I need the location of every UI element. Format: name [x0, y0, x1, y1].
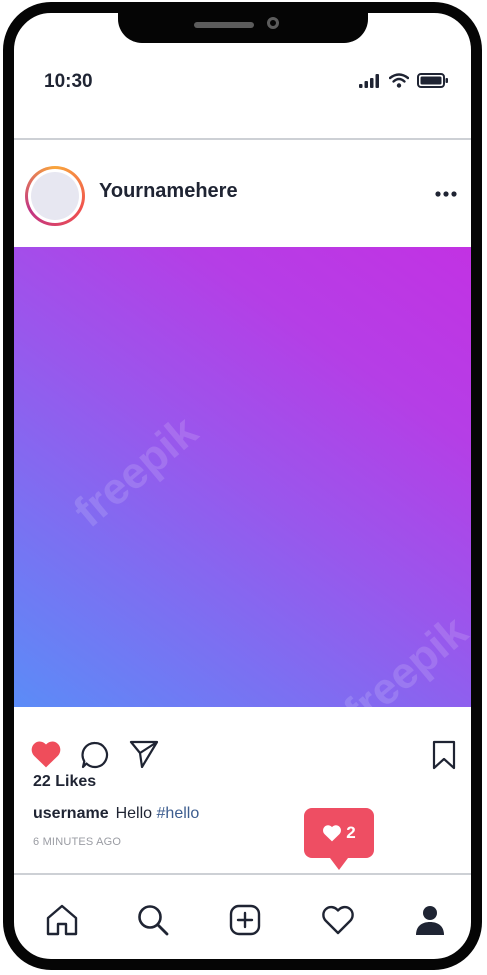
speaker-grille — [194, 22, 254, 28]
add-post-icon[interactable] — [227, 902, 263, 938]
comment-icon[interactable] — [80, 740, 110, 770]
notification-count: 2 — [346, 823, 356, 842]
post-actions — [14, 707, 471, 777]
avatar-placeholder — [31, 172, 79, 220]
front-camera — [267, 17, 279, 29]
bookmark-icon[interactable] — [432, 740, 456, 770]
phone-frame: 10:30 Yournamehere freepik freepik 22 Li… — [3, 2, 482, 970]
post-author[interactable]: Yournamehere — [99, 180, 238, 203]
post-header: Yournamehere — [14, 141, 471, 247]
post-image[interactable]: freepik freepik — [14, 247, 471, 707]
story-ring[interactable] — [25, 166, 85, 226]
notch — [118, 13, 368, 43]
likes-count[interactable]: 22 Likes — [33, 773, 96, 791]
avatar — [28, 169, 82, 223]
profile-icon[interactable] — [412, 902, 448, 938]
caption-hashtag[interactable]: #hello — [157, 805, 200, 822]
wifi-icon — [389, 73, 409, 88]
header-divider — [14, 138, 471, 140]
heart-icon — [323, 825, 342, 842]
caption-text: Hello — [115, 805, 153, 822]
caption-username[interactable]: username — [33, 805, 109, 822]
status-icons — [359, 73, 449, 88]
tab-bar — [14, 875, 471, 959]
heart-icon[interactable] — [30, 740, 62, 768]
search-icon[interactable] — [135, 902, 171, 938]
caption: username Hello #hello — [33, 805, 199, 823]
image-watermark: freepik — [334, 606, 471, 707]
image-watermark: freepik — [64, 406, 207, 537]
battery-icon — [417, 73, 448, 88]
like-notification-bubble[interactable]: 2 — [304, 808, 374, 870]
share-icon[interactable] — [129, 740, 159, 768]
post-timestamp: 6 MINUTES AGO — [33, 836, 122, 848]
signal-icon — [359, 73, 379, 88]
activity-icon[interactable] — [320, 902, 356, 938]
status-time: 10:30 — [44, 71, 93, 92]
more-options-icon[interactable] — [435, 190, 457, 198]
home-icon[interactable] — [44, 902, 80, 938]
